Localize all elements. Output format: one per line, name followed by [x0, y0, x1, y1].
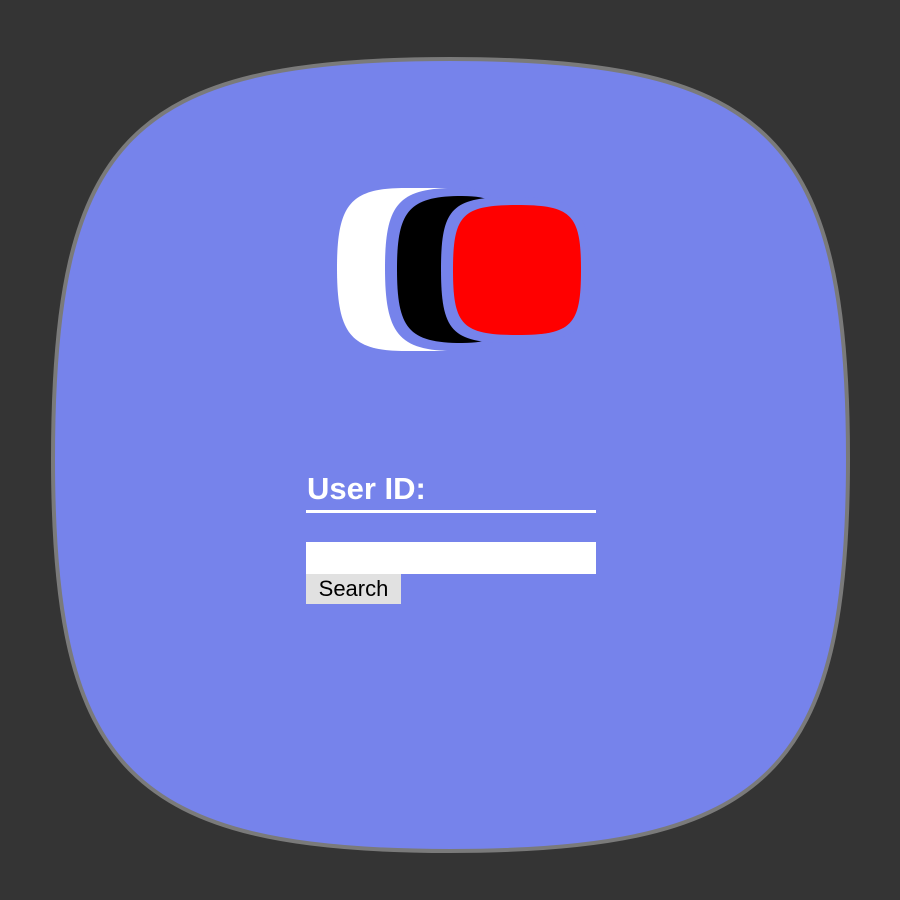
search-form: User ID: Search — [306, 470, 596, 604]
user-id-label: User ID: — [307, 471, 426, 506]
page: User ID: Search — [0, 0, 900, 900]
logo-red-shape — [453, 205, 581, 335]
user-id-input[interactable] — [306, 542, 596, 574]
panel-shape — [50, 56, 851, 854]
search-button[interactable]: Search — [306, 574, 401, 604]
panel-background — [50, 56, 851, 854]
logo-icon — [337, 188, 589, 351]
label-underline — [306, 510, 596, 513]
